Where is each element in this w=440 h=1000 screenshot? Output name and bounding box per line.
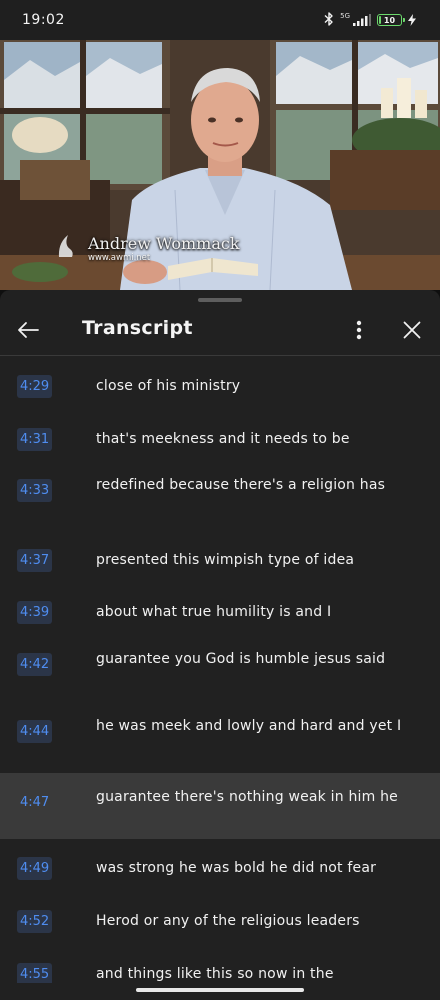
transcript-text: he was meek and lowly and hard and yet I: [96, 718, 402, 734]
transcript-text: was strong he was bold he did not fear: [96, 860, 377, 876]
status-icons: 5G 10: [324, 11, 416, 30]
transcript-timestamp[interactable]: 4:33: [17, 479, 53, 502]
transcript-row[interactable]: 4:52 Herod or any of the religious leader…: [0, 892, 440, 945]
battery-icon: 10: [377, 14, 405, 26]
battery-percent: 10: [383, 15, 396, 25]
transcript-row[interactable]: 4:42 guarantee you God is humble jesus sa…: [0, 635, 440, 702]
transcript-text: guarantee there's nothing weak in him he: [96, 789, 398, 805]
transcript-timestamp[interactable]: 4:47: [17, 791, 53, 814]
transcript-timestamp[interactable]: 4:37: [17, 549, 53, 572]
transcript-text: redefined because there's a religion has: [96, 477, 386, 493]
more-options-button[interactable]: [346, 316, 372, 344]
transcript-row[interactable]: 4:33 redefined because there's a religion…: [0, 461, 440, 531]
back-button[interactable]: [14, 316, 42, 344]
transcript-row[interactable]: 4:49 was strong he was bold he did not fe…: [0, 839, 440, 892]
signal-icon: [353, 11, 371, 30]
transcript-text: close of his ministry: [96, 378, 241, 394]
panel-header: Transcript: [0, 306, 440, 356]
transcript-text: presented this wimpish type of idea: [96, 552, 355, 568]
transcript-list[interactable]: 4:29 close of his ministry 4:31 that's meek…: [0, 357, 440, 983]
speaker-website: www.awmi.net: [88, 253, 151, 263]
transcript-text: guarantee you God is humble jesus said: [96, 651, 386, 667]
transcript-row[interactable]: 4:44 he was meek and lowly and hard and y…: [0, 702, 440, 773]
arrow-left-icon: [18, 322, 39, 338]
video-watermark: Andrew Wommack www.awmi.net: [58, 234, 266, 263]
more-vertical-icon: [356, 320, 362, 340]
drag-handle[interactable]: [198, 298, 242, 302]
transcript-text: Herod or any of the religious leaders: [96, 913, 360, 929]
transcript-row[interactable]: 4:47 guarantee there's nothing weak in hi…: [0, 773, 440, 839]
transcript-row[interactable]: 4:31 that's meekness and it needs to be: [0, 410, 440, 461]
transcript-text: about what true humility is and I: [96, 604, 332, 620]
transcript-timestamp[interactable]: 4:31: [17, 428, 53, 451]
transcript-panel: Transcript 4:29 close of his ministry 4:31…: [0, 290, 440, 1000]
close-icon: [403, 321, 421, 339]
transcript-timestamp[interactable]: 4:44: [17, 720, 53, 743]
transcript-timestamp[interactable]: 4:39: [17, 601, 53, 624]
transcript-row[interactable]: 4:39 about what true humility is and I: [0, 583, 440, 635]
charging-icon: [408, 11, 416, 30]
transcript-timestamp[interactable]: 4:49: [17, 857, 53, 880]
speaker-name: Andrew Wommack: [88, 234, 240, 253]
status-time: 19:02: [22, 12, 65, 28]
transcript-timestamp[interactable]: 4:42: [17, 653, 53, 676]
transcript-row[interactable]: 4:29 close of his ministry: [0, 357, 440, 410]
ministry-logo-icon: [56, 233, 78, 259]
close-button[interactable]: [398, 316, 426, 344]
network-type-label: 5G: [340, 11, 350, 20]
transcript-text: that's meekness and it needs to be: [96, 431, 350, 447]
transcript-timestamp[interactable]: 4:52: [17, 910, 53, 933]
transcript-timestamp[interactable]: 4:55: [17, 963, 53, 983]
transcript-row[interactable]: 4:37 presented this wimpish type of idea: [0, 531, 440, 583]
status-bar: 19:02 5G 10: [0, 0, 440, 40]
bluetooth-icon: [324, 11, 334, 30]
battery-level-fill: [379, 16, 381, 24]
transcript-text: and things like this so now in the: [96, 966, 334, 982]
transcript-timestamp[interactable]: 4:29: [17, 375, 53, 398]
home-indicator[interactable]: [136, 988, 304, 992]
video-player[interactable]: Andrew Wommack www.awmi.net: [0, 40, 440, 290]
panel-title: Transcript: [82, 317, 193, 339]
transcript-row[interactable]: 4:55 and things like this so now in the: [0, 945, 440, 983]
